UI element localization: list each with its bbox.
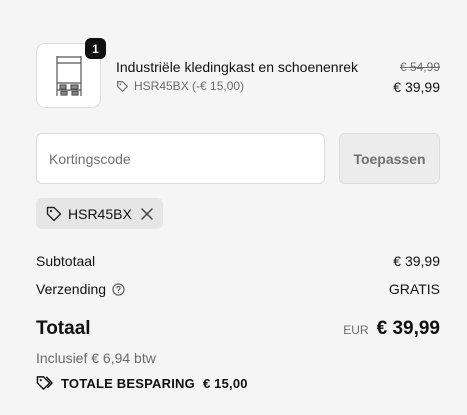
tax-note: Inclusief € 6,94 btw (36, 350, 156, 366)
total-savings: TOTALE BESPARING € 15,00 (36, 375, 248, 391)
subtotal-value: € 39,99 (393, 253, 440, 269)
currency-code: EUR (343, 323, 369, 337)
quantity-badge: 1 (85, 38, 106, 59)
tag-icon (117, 80, 128, 92)
help-icon[interactable] (112, 282, 125, 296)
apply-button[interactable]: Toepassen (339, 133, 440, 184)
total-label: Totaal (36, 318, 91, 339)
total-row: Totaal EUR € 39,99 (36, 318, 440, 340)
clothing-rack-icon (55, 55, 82, 96)
total-amount: € 39,99 (376, 318, 440, 339)
product-discount: HSR45BX (-€ 15,00) (116, 79, 244, 93)
product-name: Industriële kledingkast en schoenenrek (116, 59, 359, 75)
applied-discount-chip: HSR45BX (36, 198, 163, 229)
tag-icon (46, 206, 62, 221)
subtotal-row: Subtotaal € 39,99 (36, 253, 440, 269)
subtotal-label: Subtotaal (36, 253, 96, 269)
product-discount-text: HSR45BX (-€ 15,00) (134, 79, 245, 93)
tag-icon (36, 376, 53, 390)
product-price: € 39,99 (393, 79, 440, 95)
discount-code-input[interactable] (36, 133, 325, 184)
line-item: 1 Industriële kledingkast en schoenenrek… (36, 38, 440, 108)
applied-code-text: HSR45BX (68, 205, 132, 222)
close-icon[interactable] (141, 207, 153, 220)
shipping-label: Verzending (36, 281, 107, 297)
original-price: € 54,99 (399, 60, 440, 74)
shipping-value: GRATIS (388, 281, 440, 297)
savings-value: € 15,00 (202, 375, 248, 391)
savings-label: TOTALE BESPARING (61, 375, 195, 391)
shipping-row: Verzending GRATIS (36, 281, 440, 297)
